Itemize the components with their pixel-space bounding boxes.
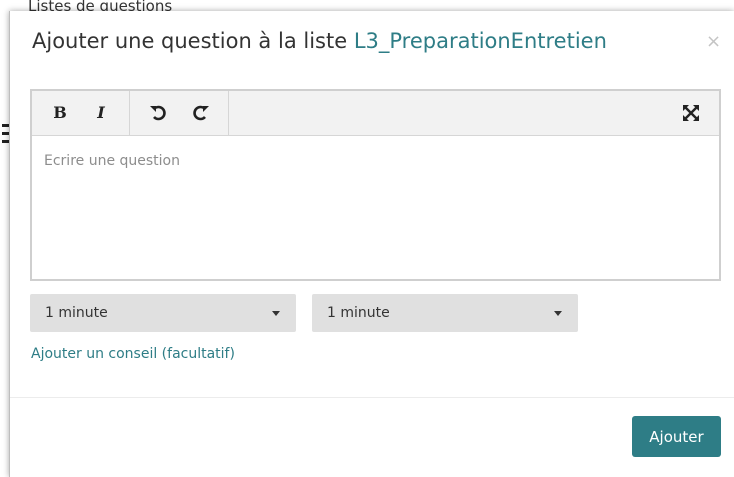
chevron-down-icon xyxy=(272,311,280,316)
list-name: L3_PreparationEntretien xyxy=(353,29,607,53)
history-group xyxy=(130,91,229,135)
duration-select-1-value: 1 minute xyxy=(45,305,108,321)
duration-select-2[interactable]: 1 minute xyxy=(312,294,578,332)
question-placeholder: Ecrire une question xyxy=(44,153,180,169)
close-icon[interactable]: × xyxy=(706,31,721,52)
format-group: B I xyxy=(32,91,130,135)
modal-title: Ajouter une question à la liste L3_Prepa… xyxy=(32,29,607,53)
bold-button[interactable]: B xyxy=(49,102,71,124)
redo-icon[interactable] xyxy=(189,102,211,124)
chevron-down-icon xyxy=(554,311,562,316)
add-question-button[interactable]: Ajouter xyxy=(632,416,721,457)
duration-select-2-value: 1 minute xyxy=(327,305,390,321)
fullscreen-icon[interactable] xyxy=(680,102,702,124)
editor-toolbar: B I xyxy=(32,91,719,136)
footer-divider xyxy=(10,397,734,398)
modal-title-prefix: Ajouter une question à la liste xyxy=(32,29,354,53)
question-editor: B I Ecrire une question xyxy=(30,89,721,281)
italic-button[interactable]: I xyxy=(90,102,112,124)
add-question-modal: Ajouter une question à la liste L3_Prepa… xyxy=(9,11,734,477)
add-advice-link[interactable]: Ajouter un conseil (facultatif) xyxy=(31,346,235,362)
duration-select-1[interactable]: 1 minute xyxy=(30,294,296,332)
question-text-area[interactable]: Ecrire une question xyxy=(32,136,719,279)
undo-icon[interactable] xyxy=(148,102,170,124)
